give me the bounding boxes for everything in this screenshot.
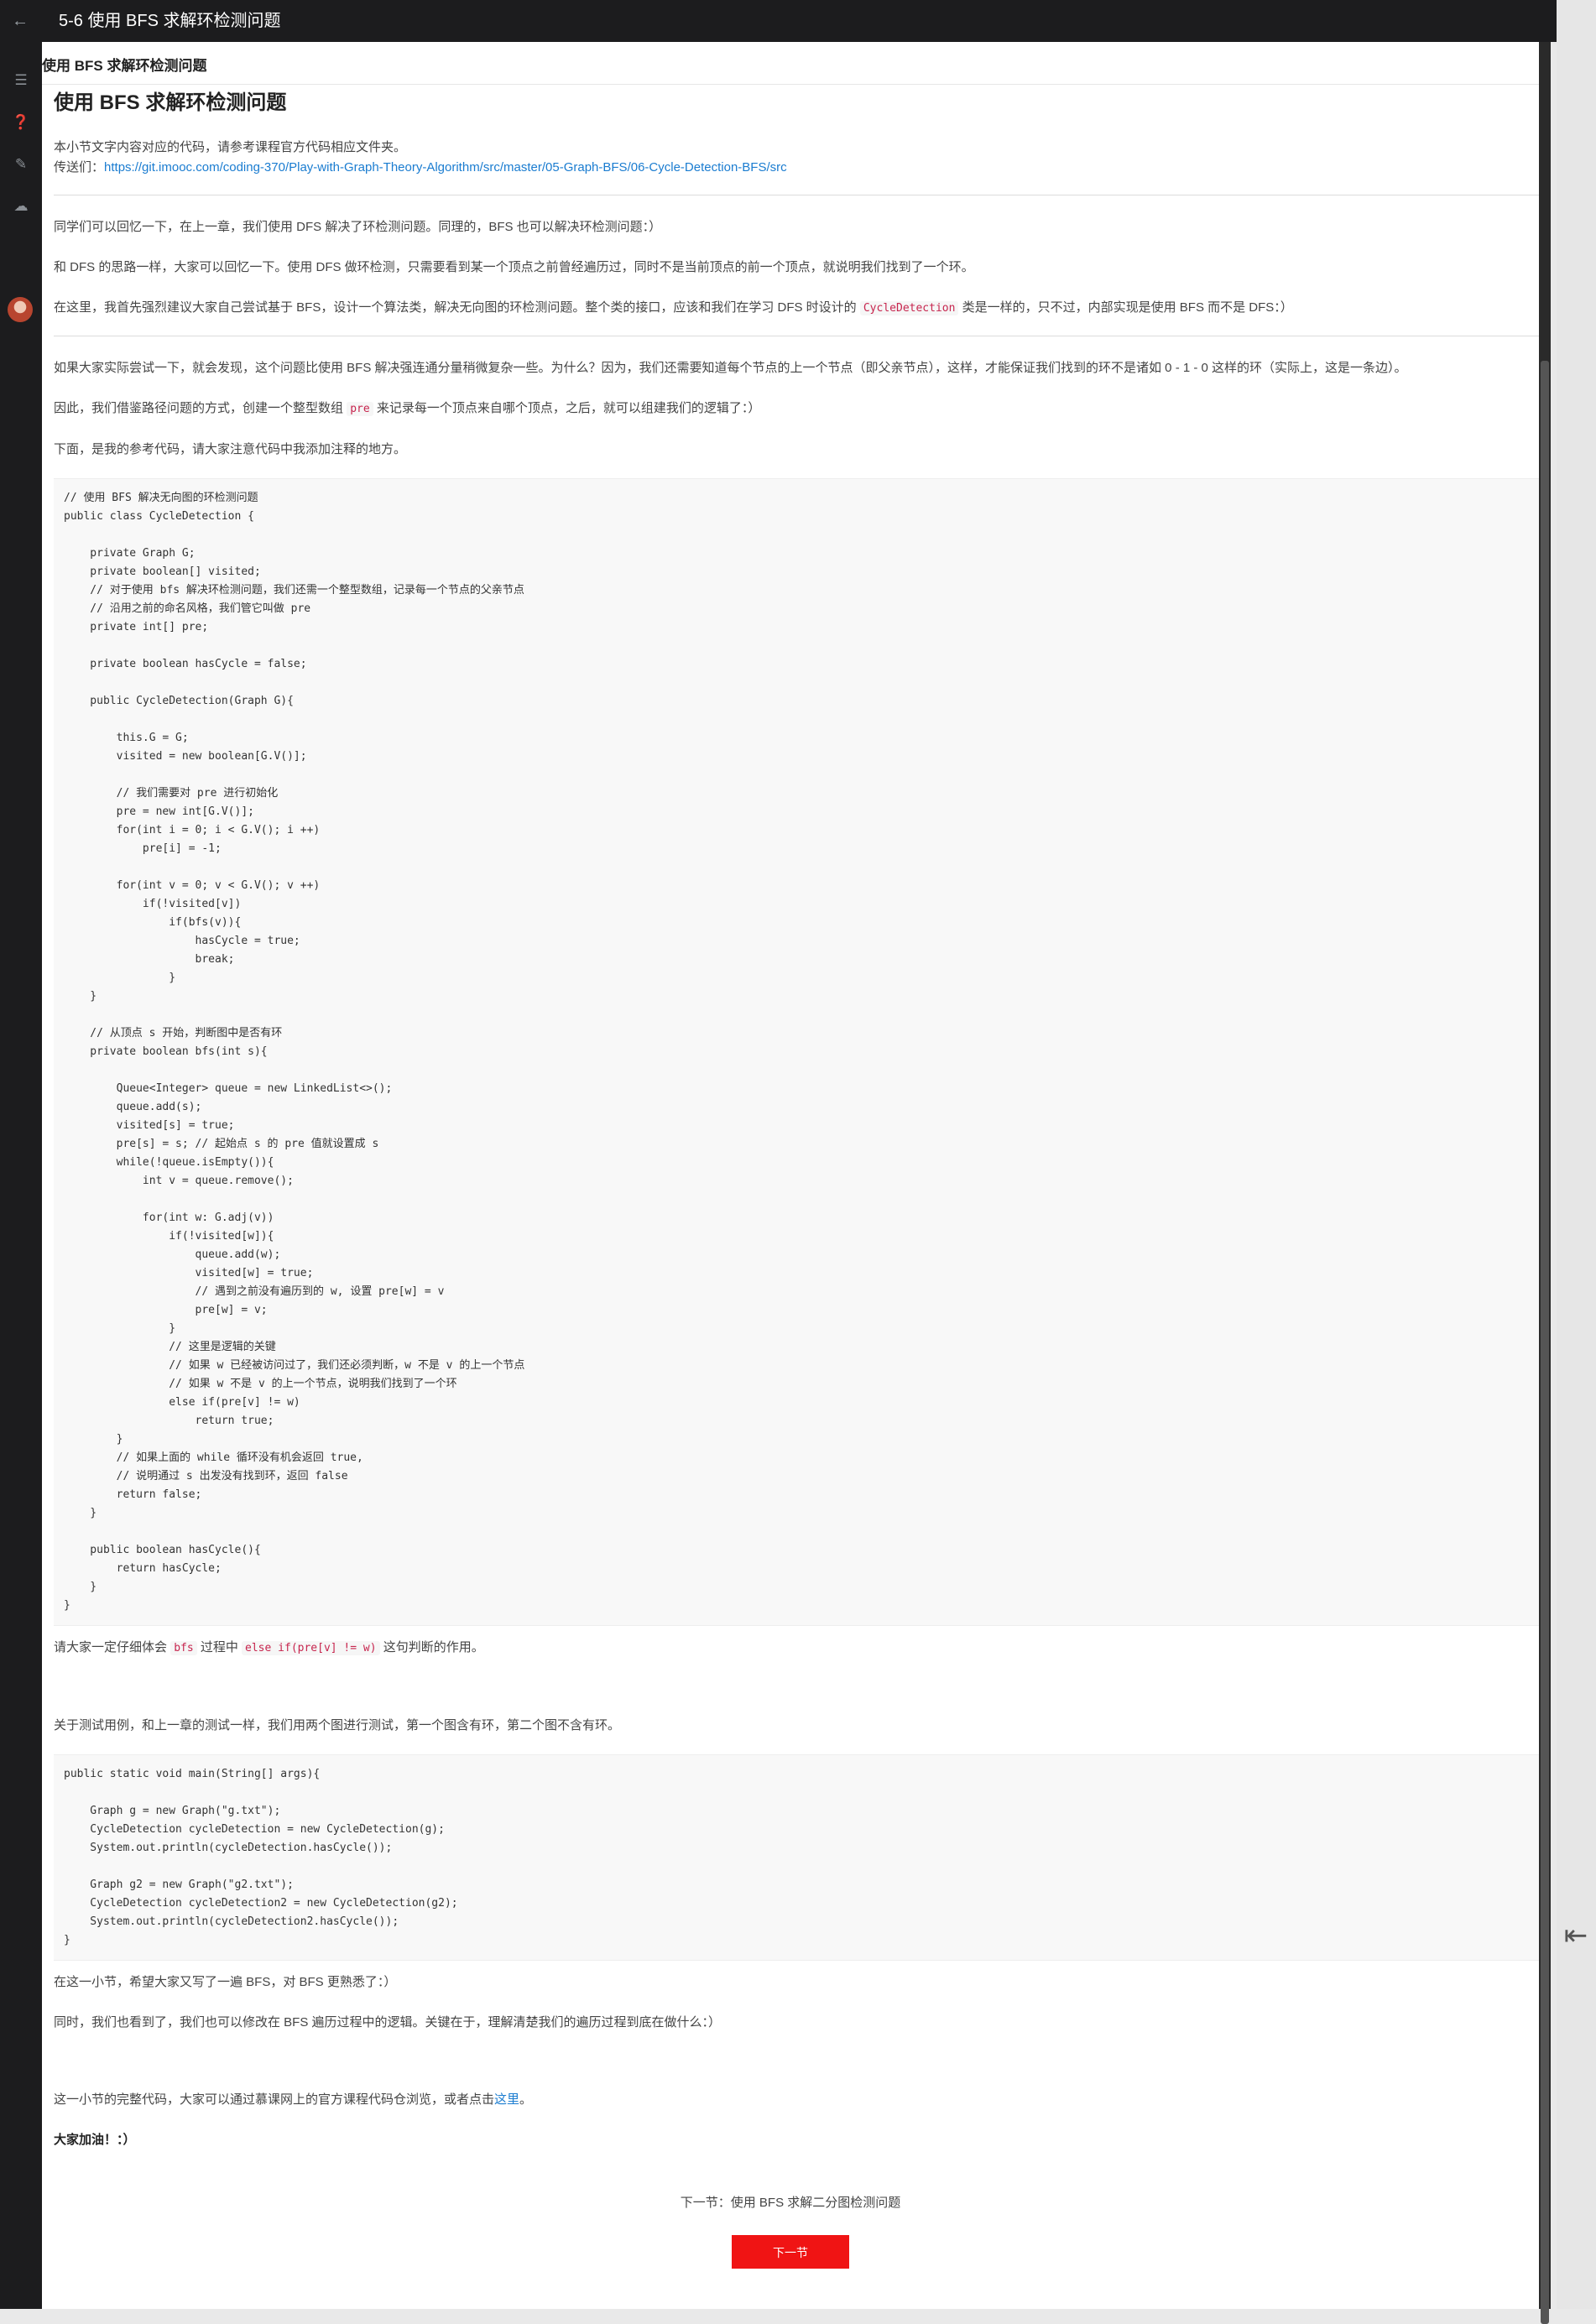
inline-code: else if(pre[v] != w) [242, 1641, 380, 1655]
next-section-label: 下一节：使用 BFS 求解二分图检测问题 [680, 2196, 901, 2210]
code-block: // 使用 BFS 解决无向图的环检测问题 public class Cycle… [54, 478, 1539, 1626]
scrollbar[interactable] [1539, 42, 1551, 2324]
inline-code: pre [347, 402, 373, 416]
paragraph: 在这里，我首先强烈建议大家自己尝试基于 BFS，设计一个算法类，解决无向图的环检… [54, 298, 1539, 319]
left-sidebar: ☰ ❓ ✎ ☁ [0, 42, 42, 2309]
paragraph: 和 DFS 的思路一样，大家可以回忆一下。使用 DFS 做环检测，只需要看到某一… [54, 260, 974, 274]
text-span: 这一小节的完整代码，大家可以通过慕课网上的官方课程代码仓浏览，或者点击 [54, 2092, 495, 2107]
paragraph: 请大家一定仔细体会 bfs 过程中 else if(pre[v] != w) 这… [54, 1638, 1539, 1659]
toc-title: 使用 BFS 求解环检测问题 [42, 58, 207, 74]
content-pane: 使用 BFS 求解环检测问题 使用 BFS 求解环检测问题 本小节文字内容对应的… [42, 42, 1539, 2309]
text-span: 类是一样的，只不过，内部实现是使用 BFS 而不是 DFS：） [962, 300, 1293, 315]
next-section: 下一节：使用 BFS 求解二分图检测问题 下一节 [42, 2193, 1539, 2269]
menu-icon[interactable]: ☰ [11, 70, 31, 91]
collapse-arrow-icon[interactable]: ⇤ [1562, 1921, 1590, 1950]
text-span: 过程中 [200, 1640, 238, 1654]
edit-icon[interactable]: ✎ [11, 154, 31, 175]
paragraph: 关于测试用例，和上一章的测试一样，我们用两个图进行测试，第一个图含有环，第二个图… [54, 1718, 621, 1733]
text-span: 来记录每一个顶点来自哪个顶点，之后，就可以组建我们的逻辑了：） [376, 401, 761, 415]
intro-link-line: 传送们：https://git.imooc.com/coding-370/Pla… [54, 158, 1539, 178]
avatar[interactable] [8, 297, 33, 322]
code-link[interactable]: 这里 [494, 2092, 519, 2107]
paragraph: 同学们可以回忆一下，在上一章，我们使用 DFS 解决了环检测问题。同理的，BFS… [54, 220, 662, 234]
text-span: 请大家一定仔细体会 [54, 1640, 168, 1654]
text-span: 这句判断的作用。 [383, 1640, 484, 1654]
paragraph: 因此，我们借鉴路径问题的方式，创建一个整型数组 pre 来记录每一个顶点来自哪个… [54, 399, 1539, 419]
article-title: 使用 BFS 求解环检测问题 [54, 91, 287, 114]
scrollbar-thumb[interactable] [1541, 361, 1549, 2324]
repo-link[interactable]: https://git.imooc.com/coding-370/Play-wi… [104, 160, 787, 175]
back-arrow-icon[interactable]: ← [10, 11, 30, 31]
top-bar: ← 5-6 使用 BFS 求解环检测问题 [0, 0, 1557, 42]
cloud-icon[interactable]: ☁ [11, 196, 31, 216]
inline-code: CycleDetection [859, 301, 959, 315]
paragraph: 同时，我们也看到了，我们也可以修改在 BFS 遍历过程中的逻辑。关键在于，理解清… [54, 2015, 722, 2030]
paragraph: 在这一小节，希望大家又写了一遍 BFS，对 BFS 更熟悉了：） [54, 1975, 397, 1989]
window-title: 5-6 使用 BFS 求解环检测问题 [59, 12, 281, 30]
closing-text: 大家加油！：） [54, 2133, 136, 2147]
right-panel: ⇤ [1557, 0, 1596, 2309]
article: 使用 BFS 求解环检测问题 本小节文字内容对应的代码，请参考课程官方代码相应文… [54, 86, 1539, 2150]
text-span: 在这里，我首先强烈建议大家自己尝试基于 BFS，设计一个算法类，解决无向图的环检… [54, 300, 857, 315]
toc-header: 使用 BFS 求解环检测问题 [42, 42, 1539, 85]
text-span: 因此，我们借鉴路径问题的方式，创建一个整型数组 [54, 401, 344, 415]
paragraph: 下面，是我的参考代码，请大家注意代码中我添加注释的地方。 [54, 442, 407, 456]
code-block: public static void main(String[] args){ … [54, 1754, 1539, 1961]
next-button[interactable]: 下一节 [732, 2235, 849, 2269]
text-span: 。 [519, 2092, 533, 2107]
question-icon[interactable]: ❓ [11, 112, 31, 133]
intro-text: 本小节文字内容对应的代码，请参考课程官方代码相应文件夹。 [54, 140, 407, 154]
inline-code: bfs [170, 1641, 197, 1655]
paragraph: 这一小节的完整代码，大家可以通过慕课网上的官方课程代码仓浏览，或者点击这里。 [54, 2090, 1539, 2110]
paragraph: 如果大家实际尝试一下，就会发现，这个问题比使用 BFS 解决强连通分量稍微复杂一… [54, 361, 1407, 375]
intro-link-prefix: 传送们： [54, 160, 105, 175]
